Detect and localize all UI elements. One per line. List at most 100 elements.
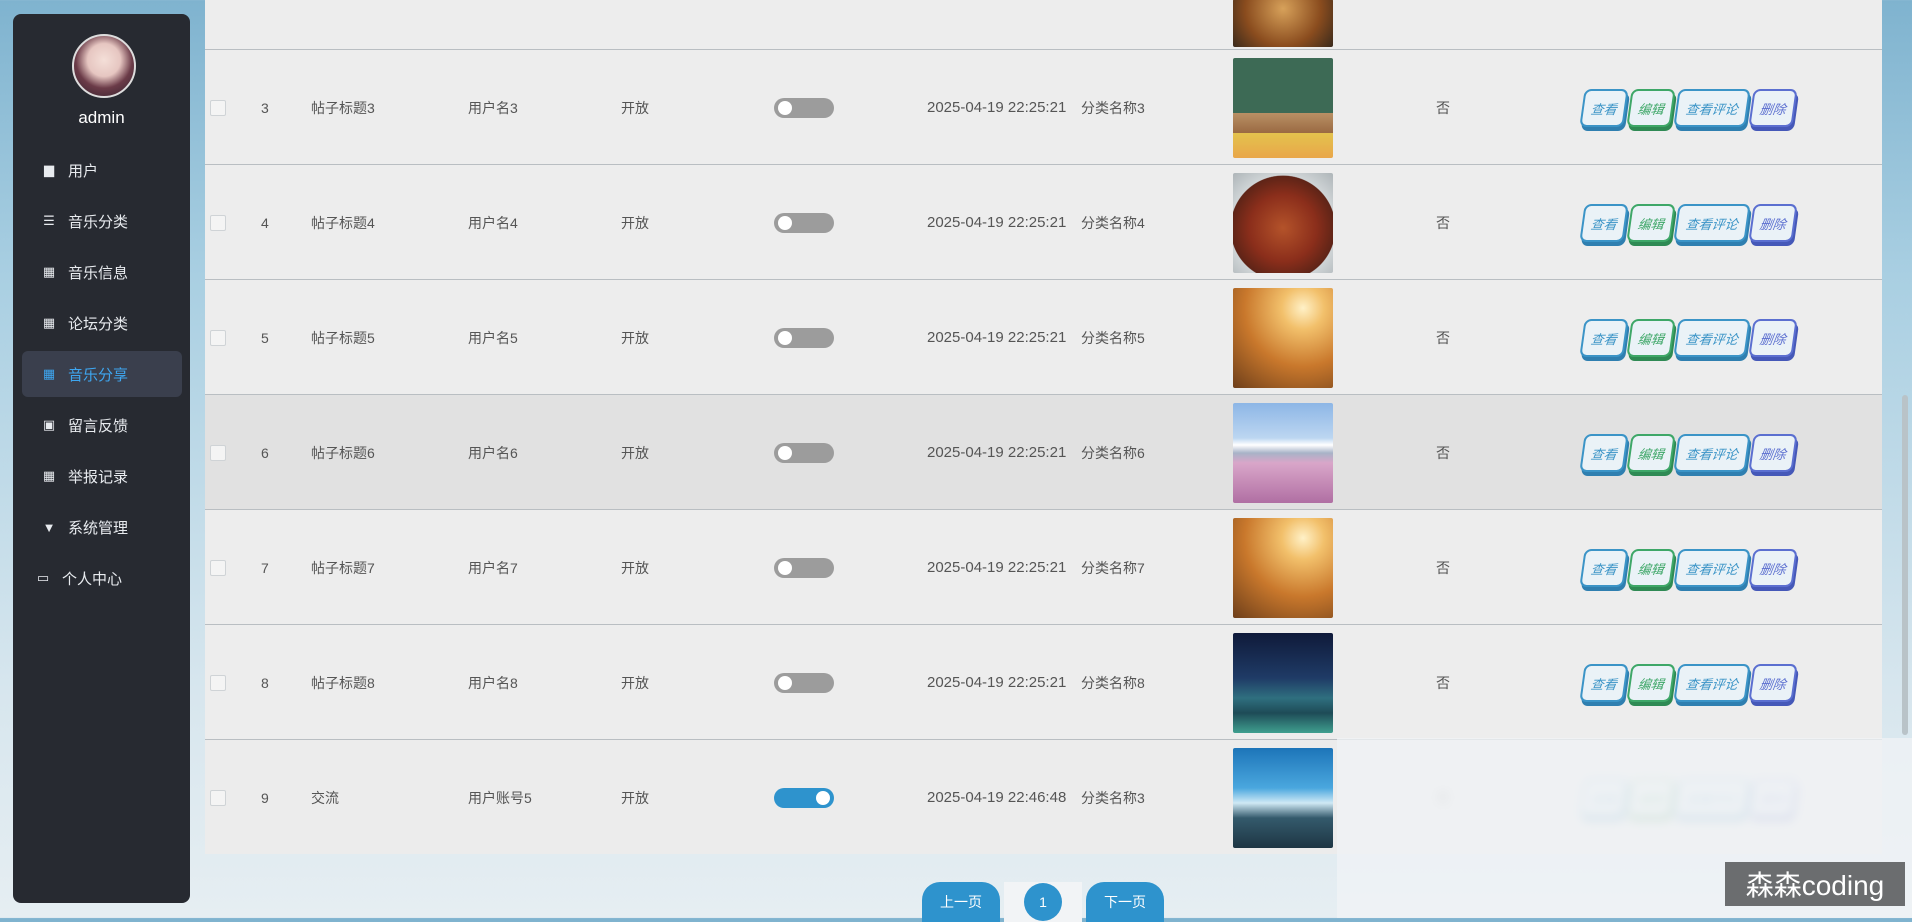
delete-button[interactable]: 删除	[1748, 203, 1798, 242]
edit-button[interactable]: 编辑	[1626, 88, 1676, 127]
pagination: 上一页 1 下一页	[922, 882, 1164, 922]
cell-status: 开放	[621, 444, 649, 461]
view-comments-button[interactable]: 查看评论	[1673, 88, 1751, 127]
cell-time: 2025-04-19 22:25:21	[927, 99, 1067, 116]
edit-button[interactable]: 编辑	[1626, 433, 1676, 472]
prev-page-button[interactable]: 上一页	[922, 882, 1000, 922]
cell-flag: 否	[1436, 214, 1450, 231]
delete-button[interactable]: 删除	[1748, 433, 1798, 472]
cell-image	[1233, 50, 1333, 165]
sidebar-item-system[interactable]: ▼ 系统管理	[22, 504, 182, 550]
row-checkbox[interactable]	[210, 330, 226, 346]
cell-image	[1233, 165, 1333, 280]
cell-status: 开放	[621, 674, 649, 691]
view-button[interactable]: 查看	[1579, 88, 1629, 127]
view-comments-button[interactable]: 查看评论	[1673, 318, 1751, 357]
edit-button[interactable]: 编辑	[1626, 318, 1676, 357]
thumbnail-image[interactable]	[1233, 402, 1333, 503]
toggle-switch[interactable]	[774, 557, 834, 578]
page-number[interactable]: 1	[1004, 882, 1082, 922]
cell-flag: 否	[1436, 444, 1450, 461]
sidebar: admin ▆ 用户 ☰ 音乐分类 ▦ 音乐信息 ▦ 论坛分类 ▦ 音乐分享 ▣…	[13, 14, 190, 903]
cell-id: 3	[261, 99, 269, 116]
sidebar-item-users[interactable]: ▆ 用户	[22, 147, 182, 193]
sidebar-item-feedback[interactable]: ▣ 留言反馈	[22, 402, 182, 448]
cell-user: 用户账号5	[468, 789, 532, 806]
row-checkbox[interactable]	[210, 560, 226, 576]
view-comments-button[interactable]: 查看评论	[1673, 203, 1751, 242]
view-comments-button[interactable]: 查看评论	[1673, 433, 1751, 472]
cell-user: 用户名7	[468, 559, 518, 576]
row-checkbox[interactable]	[210, 215, 226, 231]
delete-button[interactable]: 删除	[1748, 88, 1798, 127]
sidebar-item-reports[interactable]: ▦ 举报记录	[22, 453, 182, 499]
cell-title: 帖子标题3	[311, 99, 375, 116]
cell-time: 2025-04-19 22:25:21	[927, 674, 1067, 691]
row-checkbox[interactable]	[210, 675, 226, 691]
thumbnail-image[interactable]	[1233, 287, 1333, 388]
cell-actions: 查看编辑查看评论删除	[1579, 50, 1798, 165]
table-row: 7 帖子标题7 用户名7 开放 2025-04-19 22:25:21 分类名称7 否 查看编…	[205, 509, 1882, 624]
cell-actions: 查看编辑查看评论删除	[1579, 625, 1798, 740]
toggle-switch[interactable]	[774, 327, 834, 348]
thumbnail-image[interactable]	[1233, 57, 1333, 158]
view-button[interactable]: 查看	[1579, 548, 1629, 587]
sidebar-item-music-share[interactable]: ▦ 音乐分享	[22, 351, 182, 397]
next-page-button[interactable]: 下一页	[1086, 882, 1164, 922]
cell-actions: 查看编辑查看评论删除	[1579, 395, 1798, 510]
toggle-switch[interactable]	[774, 442, 834, 463]
delete-button[interactable]: 删除	[1748, 318, 1798, 357]
cell-id: 4	[261, 214, 269, 231]
toggle-switch[interactable]	[774, 787, 834, 808]
edit-button[interactable]: 编辑	[1626, 548, 1676, 587]
thumbnail-image[interactable]	[1233, 517, 1333, 618]
cell-user: 用户名6	[468, 444, 518, 461]
cell-switch	[774, 165, 834, 280]
row-checkbox[interactable]	[210, 445, 226, 461]
cell-title: 帖子标题6	[311, 444, 375, 461]
sidebar-item-music-category[interactable]: ☰ 音乐分类	[22, 198, 182, 244]
sidebar-menu: ▆ 用户 ☰ 音乐分类 ▦ 音乐信息 ▦ 论坛分类 ▦ 音乐分享 ▣ 留言反馈 …	[22, 147, 182, 606]
cell-category: 分类名称8	[1081, 674, 1145, 691]
sidebar-item-label: 留言反馈	[68, 417, 129, 435]
cell-category: 分类名称5	[1081, 329, 1145, 346]
scrollbar[interactable]	[1900, 0, 1910, 918]
cell-image	[1233, 280, 1333, 395]
sidebar-item-label: 举报记录	[68, 468, 129, 486]
edit-button[interactable]: 编辑	[1626, 663, 1676, 702]
toggle-switch[interactable]	[774, 212, 834, 233]
row-checkbox[interactable]	[210, 100, 226, 116]
cell-image	[1233, 740, 1333, 855]
thumbnail-image[interactable]	[1233, 632, 1333, 733]
sidebar-item-label: 用户	[68, 162, 99, 180]
delete-button[interactable]: 删除	[1748, 663, 1798, 702]
delete-button[interactable]: 删除	[1748, 548, 1798, 587]
cell-flag: 否	[1436, 329, 1450, 346]
cell-status: 开放	[621, 559, 649, 576]
data-table: 3 帖子标题3 用户名3 开放 2025-04-19 22:25:21 分类名称3 否查看编…	[205, 0, 1882, 862]
thumbnail-image[interactable]	[1233, 747, 1333, 848]
sidebar-item-profile[interactable]: ▭ 个人中心	[22, 555, 182, 601]
avatar[interactable]	[72, 34, 136, 98]
view-comments-button[interactable]: 查看评论	[1673, 663, 1751, 702]
toggle-switch[interactable]	[774, 97, 834, 118]
view-button[interactable]: 查看	[1579, 433, 1629, 472]
watermark: 森森coding	[1725, 862, 1905, 906]
row-checkbox[interactable]	[210, 790, 226, 806]
sidebar-item-forum-category[interactable]: ▦ 论坛分类	[22, 300, 182, 346]
thumbnail-image[interactable]	[1233, 172, 1333, 273]
sidebar-item-music-info[interactable]: ▦ 音乐信息	[22, 249, 182, 295]
scroll-thumb[interactable]	[1902, 395, 1908, 735]
cell-title: 帖子标题7	[311, 559, 375, 576]
card-icon: ▭	[36, 570, 50, 585]
view-button[interactable]: 查看	[1579, 318, 1629, 357]
cell-switch	[774, 50, 834, 165]
view-button[interactable]: 查看	[1579, 203, 1629, 242]
edit-button[interactable]: 编辑	[1626, 203, 1676, 242]
cell-status: 开放	[621, 214, 649, 231]
cell-time: 2025-04-19 22:25:21	[927, 559, 1067, 576]
view-comments-button[interactable]: 查看评论	[1673, 548, 1751, 587]
cell-category: 分类名称3	[1081, 99, 1145, 116]
toggle-switch[interactable]	[774, 672, 834, 693]
view-button[interactable]: 查看	[1579, 663, 1629, 702]
